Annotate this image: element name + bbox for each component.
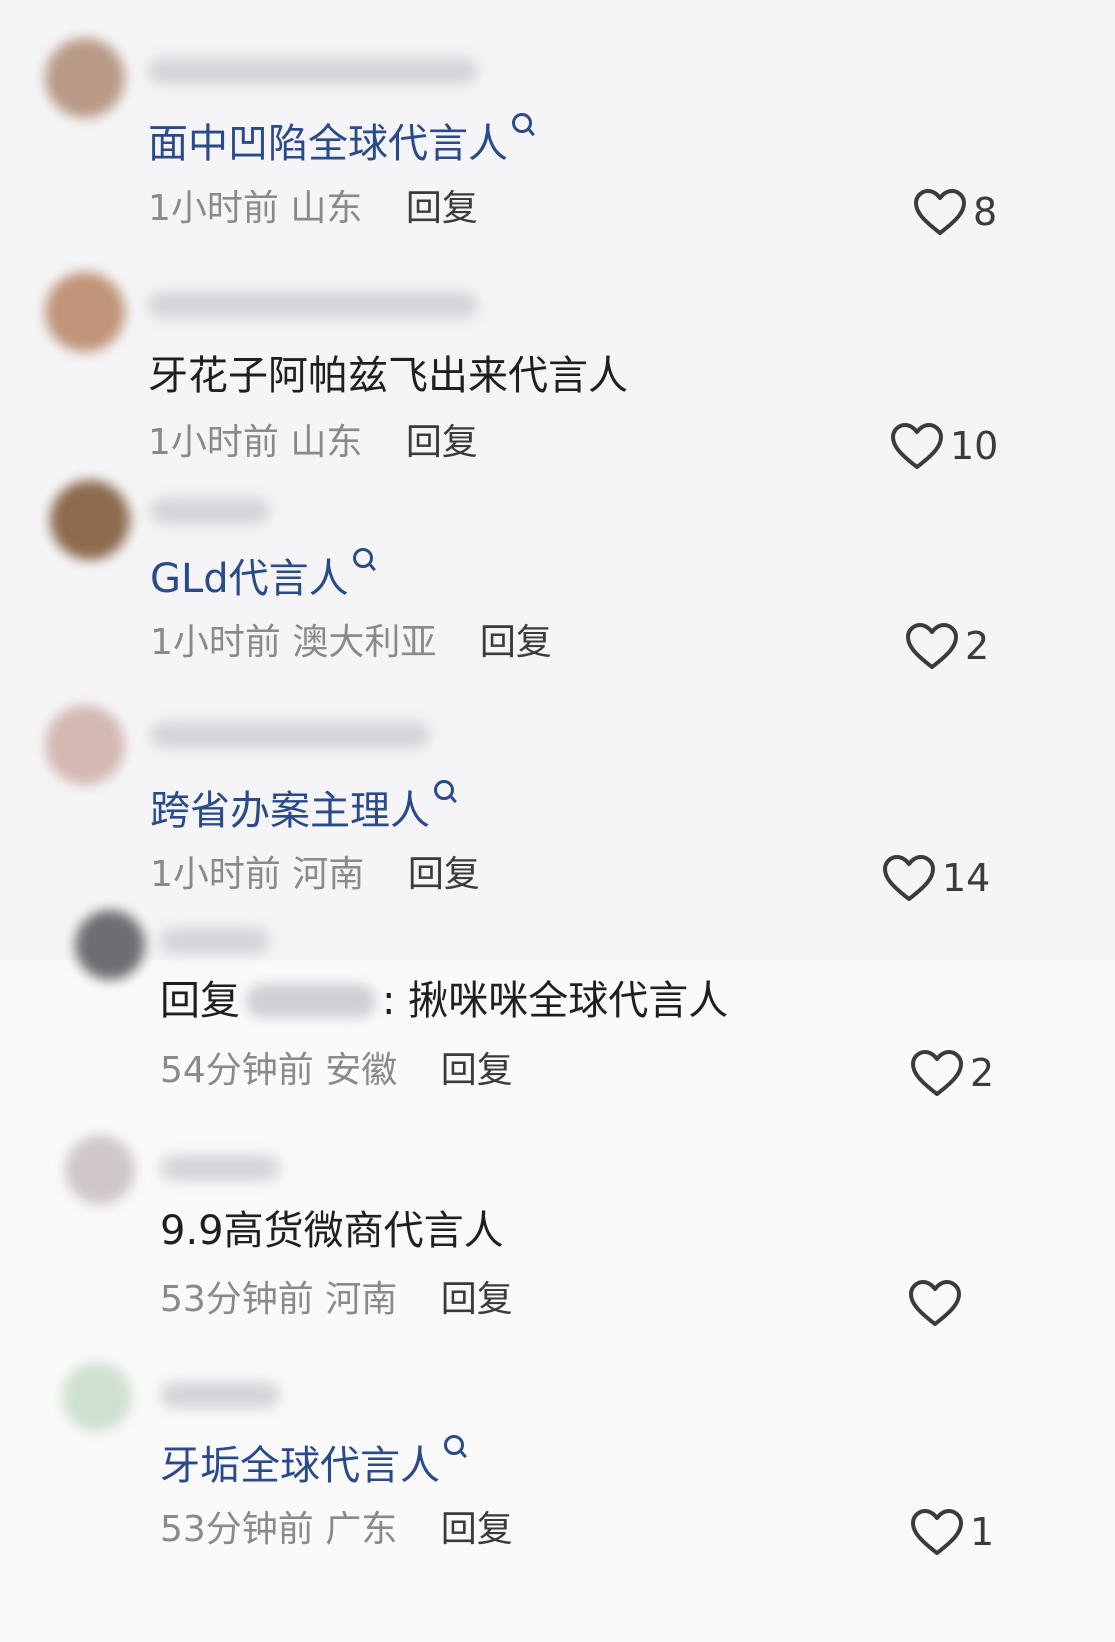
like-button[interactable] bbox=[908, 1278, 968, 1328]
avatar[interactable] bbox=[45, 705, 125, 785]
comment-text-content: 牙垢全球代言人 bbox=[160, 1443, 440, 1489]
comment-text-content: 牙花子阿帕兹飞出来代言人 bbox=[148, 353, 628, 399]
comment-text-content: GLd代言人 bbox=[150, 556, 349, 602]
avatar[interactable] bbox=[45, 38, 125, 118]
username-blurred[interactable] bbox=[148, 292, 478, 318]
like-count: 10 bbox=[950, 424, 999, 468]
comment-location: 河南 bbox=[325, 1279, 398, 1320]
like-button[interactable]: 14 bbox=[882, 853, 990, 903]
avatar[interactable] bbox=[75, 910, 145, 980]
comment-text-content: 面中凹陷全球代言人 bbox=[148, 121, 508, 167]
search-icon[interactable] bbox=[352, 548, 373, 568]
comment-text-content: 跨省办案主理人 bbox=[150, 788, 430, 834]
reply-button[interactable]: 回复 bbox=[441, 1279, 513, 1320]
mentioned-user-blurred[interactable] bbox=[246, 984, 376, 1018]
comment-time: 1小时前 bbox=[148, 422, 279, 463]
comment-meta: 54分钟前 安徽 回复 bbox=[160, 1048, 513, 1094]
comment-location: 山东 bbox=[290, 188, 363, 229]
comment-time: 1小时前 bbox=[148, 188, 279, 229]
like-count: 14 bbox=[942, 856, 991, 900]
username-blurred[interactable] bbox=[160, 1155, 280, 1181]
like-button[interactable]: 10 bbox=[890, 421, 998, 471]
comment-time: 1小时前 bbox=[150, 622, 281, 663]
heart-outline-icon bbox=[914, 189, 966, 235]
comment-meta: 1小时前 山东 回复 bbox=[148, 420, 478, 466]
comment-text[interactable]: 跨省办案主理人 bbox=[150, 780, 454, 837]
comment-time: 53分钟前 bbox=[160, 1509, 314, 1550]
like-count: 2 bbox=[965, 624, 990, 668]
comment-text[interactable]: 牙花子阿帕兹飞出来代言人 bbox=[148, 350, 628, 402]
reply-button[interactable]: 回复 bbox=[408, 854, 480, 895]
comment-text[interactable]: 9.9高货微商代言人 bbox=[160, 1205, 504, 1257]
like-button[interactable]: 8 bbox=[913, 187, 997, 237]
heart-outline-icon bbox=[891, 423, 943, 469]
comment-text[interactable]: 牙垢全球代言人 bbox=[160, 1435, 464, 1492]
comment-text[interactable]: 面中凹陷全球代言人 bbox=[148, 113, 532, 170]
comment-location: 河南 bbox=[292, 854, 365, 895]
avatar[interactable] bbox=[45, 272, 125, 352]
comment-text[interactable]: GLd代言人 bbox=[150, 548, 373, 605]
comment-location: 澳大利亚 bbox=[292, 622, 437, 663]
like-button[interactable]: 2 bbox=[905, 621, 989, 671]
avatar[interactable] bbox=[50, 480, 130, 560]
heart-outline-icon bbox=[883, 855, 935, 901]
avatar[interactable] bbox=[65, 1135, 135, 1205]
comment-time: 54分钟前 bbox=[160, 1050, 314, 1091]
comment-text-content: : 揪咪咪全球代言人 bbox=[382, 978, 729, 1024]
search-icon[interactable] bbox=[434, 780, 454, 800]
username-blurred[interactable] bbox=[150, 498, 270, 524]
search-icon[interactable] bbox=[444, 1435, 464, 1455]
comment-meta: 53分钟前 广东 回复 bbox=[160, 1507, 513, 1553]
username-blurred[interactable] bbox=[148, 58, 478, 84]
comment-meta: 53分钟前 河南 回复 bbox=[160, 1277, 513, 1323]
reply-button[interactable]: 回复 bbox=[406, 422, 478, 463]
heart-outline-icon bbox=[911, 1509, 963, 1555]
username-blurred[interactable] bbox=[160, 1382, 280, 1408]
comment-text[interactable]: 回复 : 揪咪咪全球代言人 bbox=[160, 975, 728, 1027]
search-icon[interactable] bbox=[512, 113, 532, 133]
comment-meta: 1小时前 山东 回复 bbox=[148, 186, 478, 232]
reply-button[interactable]: 回复 bbox=[480, 622, 552, 663]
comment-meta: 1小时前 河南 回复 bbox=[150, 852, 480, 898]
reply-button[interactable]: 回复 bbox=[441, 1509, 513, 1550]
like-count: 1 bbox=[970, 1510, 995, 1554]
reply-button[interactable]: 回复 bbox=[441, 1050, 513, 1091]
username-blurred[interactable] bbox=[150, 722, 430, 748]
heart-outline-icon bbox=[906, 623, 958, 669]
comment-location: 安徽 bbox=[325, 1050, 398, 1091]
like-button[interactable]: 2 bbox=[910, 1048, 994, 1098]
reply-button[interactable]: 回复 bbox=[406, 188, 478, 229]
like-button[interactable]: 1 bbox=[910, 1507, 994, 1557]
like-count: 2 bbox=[970, 1051, 995, 1095]
comments-page: 面中凹陷全球代言人 1小时前 山东 回复 8 牙花子阿帕兹飞出来代言人 1小时前… bbox=[0, 0, 1115, 1642]
like-count: 8 bbox=[973, 190, 998, 234]
username-blurred[interactable] bbox=[160, 928, 270, 954]
comment-location: 广东 bbox=[325, 1509, 398, 1550]
comment-time: 53分钟前 bbox=[160, 1279, 314, 1320]
heart-outline-icon bbox=[911, 1050, 963, 1096]
comment-text-content: 9.9高货微商代言人 bbox=[160, 1208, 504, 1254]
comment-location: 山东 bbox=[290, 422, 363, 463]
comment-meta: 1小时前 澳大利亚 回复 bbox=[150, 620, 552, 666]
heart-outline-icon bbox=[909, 1280, 961, 1326]
avatar[interactable] bbox=[62, 1362, 132, 1432]
reply-prefix: 回复 bbox=[160, 978, 240, 1024]
comment-time: 1小时前 bbox=[150, 854, 281, 895]
